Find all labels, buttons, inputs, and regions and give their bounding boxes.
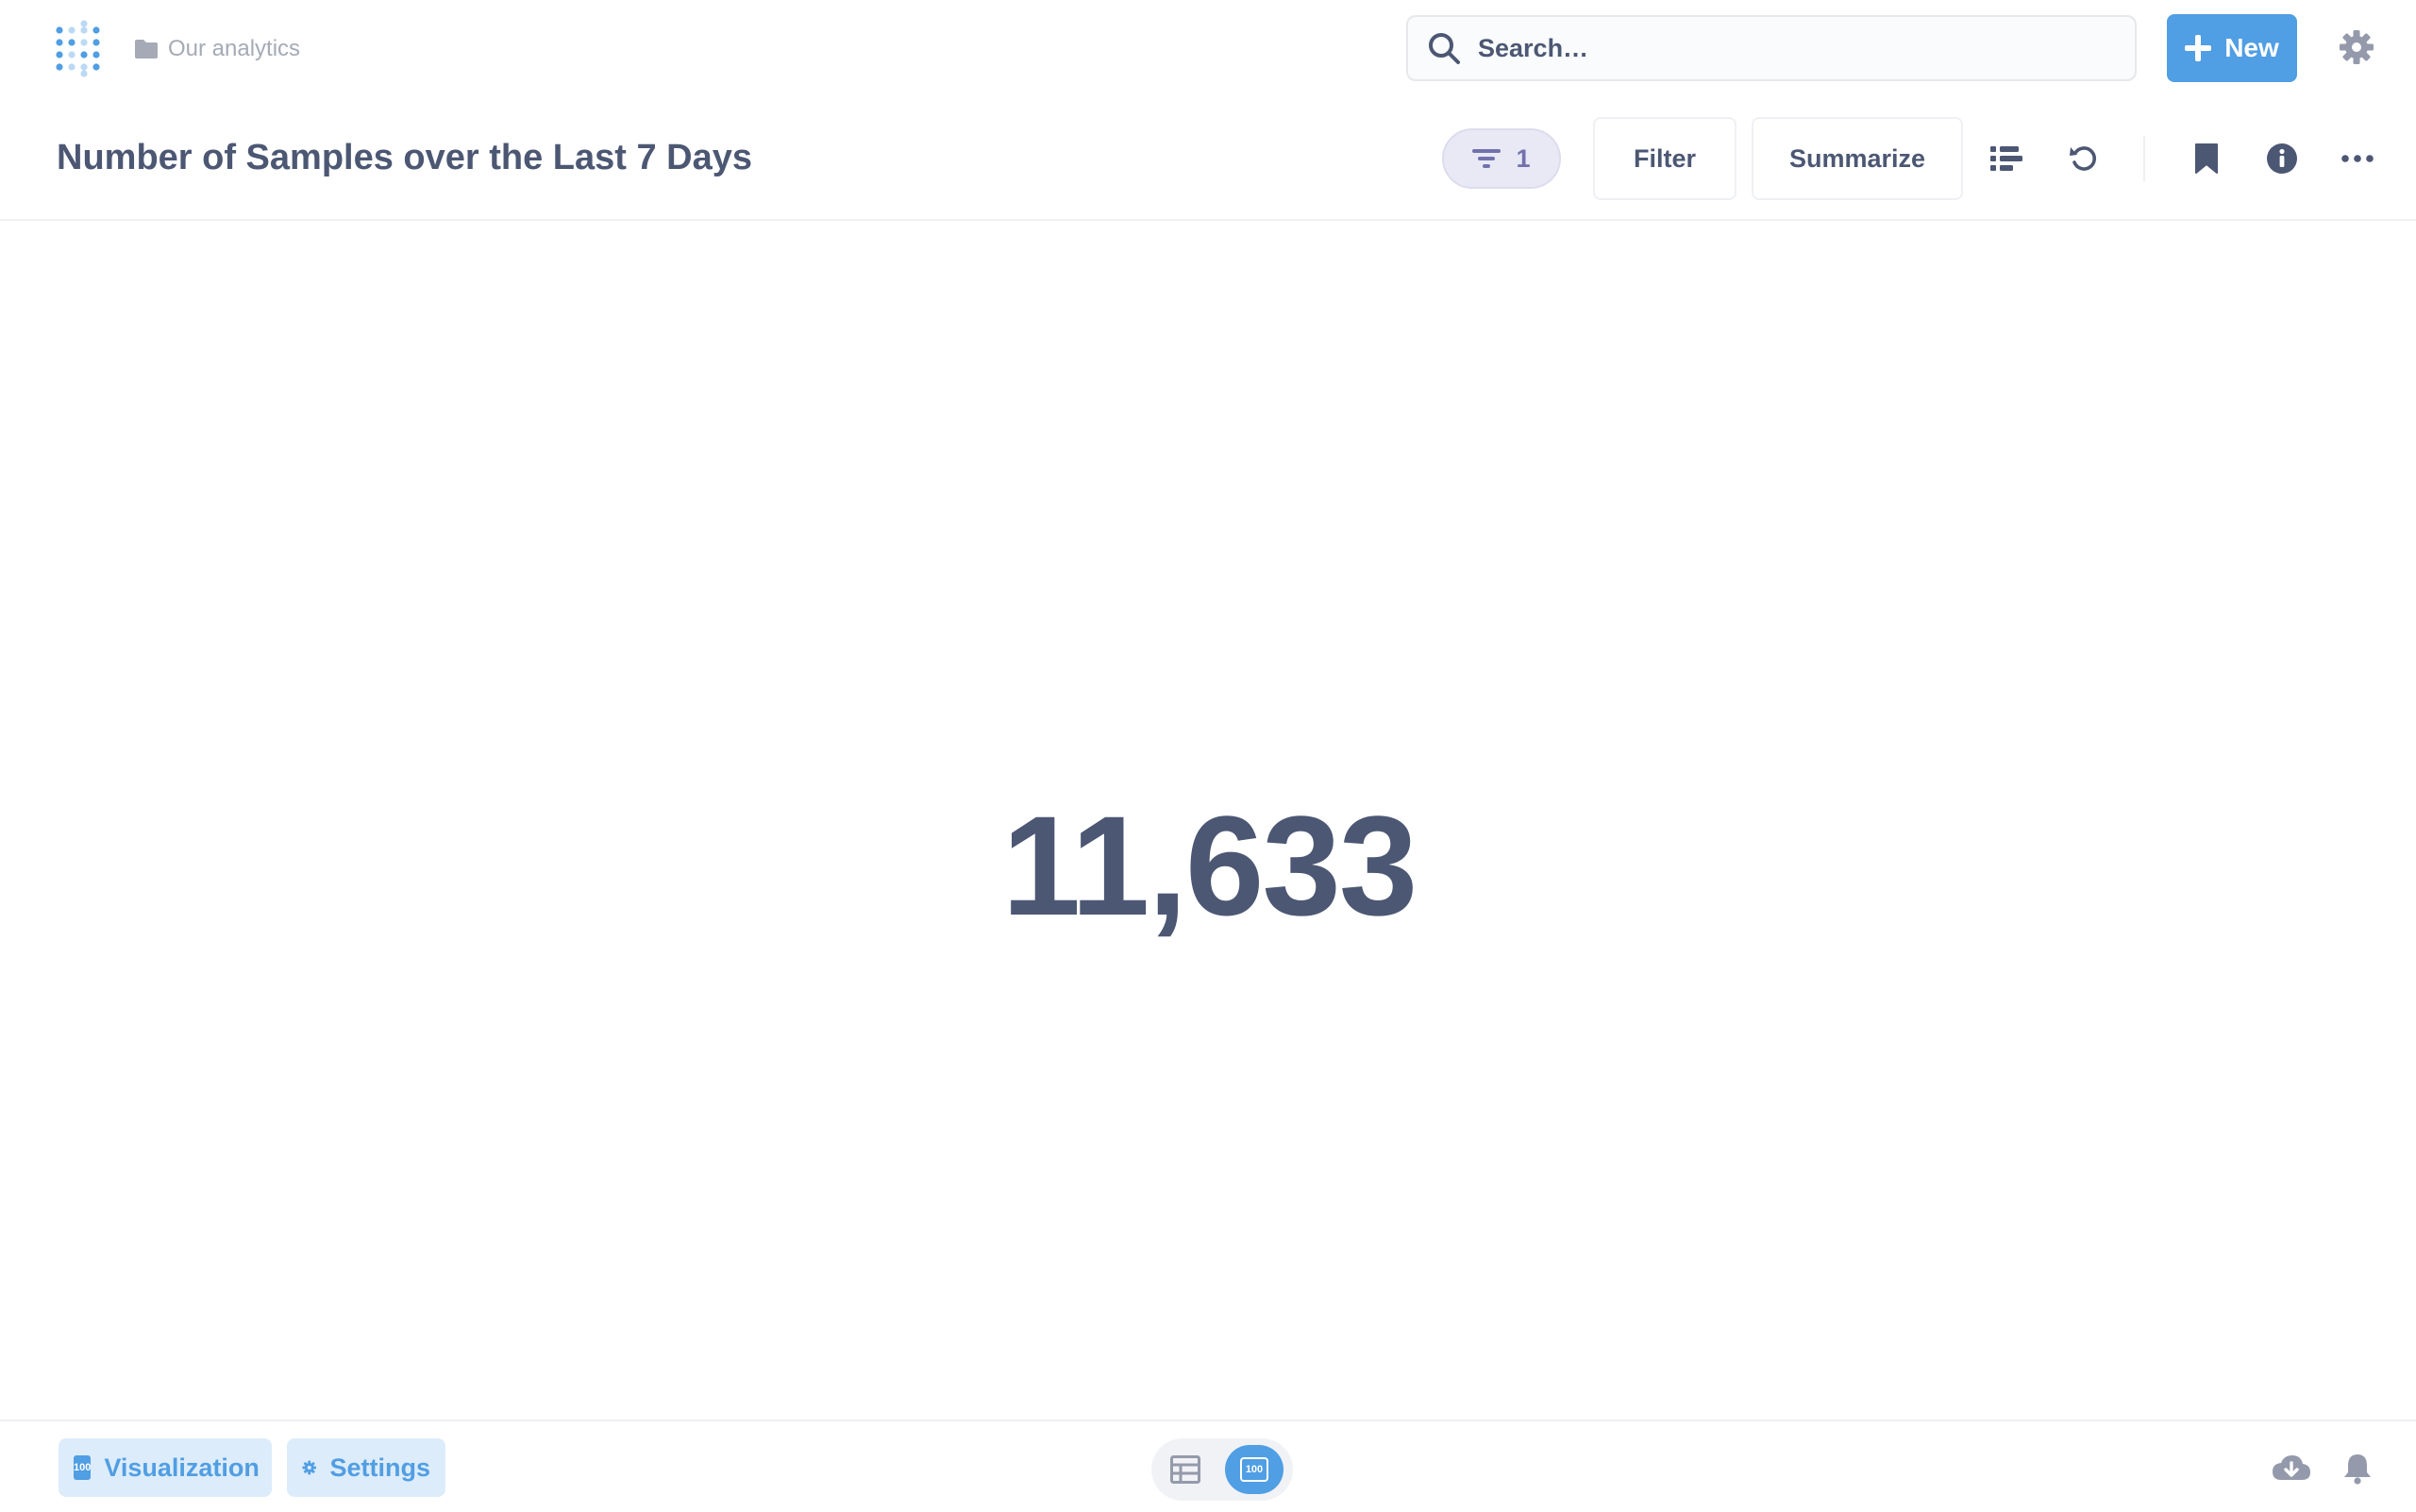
viz-toggle-badge-text: 100 (1245, 1464, 1264, 1475)
filter-count: 1 (1516, 143, 1531, 173)
visualization-label: Visualization (104, 1453, 260, 1482)
new-button-label: New (2224, 33, 2279, 62)
ellipsis-icon (2341, 155, 2374, 162)
bookmark-icon (2195, 143, 2218, 174)
table-view-toggle[interactable] (1157, 1445, 1214, 1494)
filter-count-pill[interactable]: 1 (1442, 128, 1561, 189)
visualization-button[interactable]: 100 Visualization (59, 1438, 272, 1497)
search-input[interactable] (1478, 33, 2101, 63)
filter-icon (1472, 149, 1502, 168)
more-options-button[interactable] (2337, 138, 2378, 179)
metabase-logo-icon[interactable] (55, 19, 108, 77)
refresh-button[interactable] (2063, 138, 2105, 179)
info-button[interactable] (2261, 138, 2303, 179)
gear-icon[interactable] (2339, 29, 2374, 65)
plus-icon (2185, 35, 2212, 61)
bell-icon (2344, 1454, 2371, 1485)
gear-icon (302, 1460, 317, 1475)
number-viz-icon: 100 (1240, 1457, 1268, 1482)
app-root: Our analytics New (0, 0, 2416, 1512)
table-icon (1170, 1455, 1200, 1484)
download-icon (2273, 1455, 2310, 1480)
scalar-value[interactable]: 11,633 (1002, 784, 1418, 948)
viz-badge-text: 100 (74, 1462, 92, 1473)
notebook-icon (1990, 146, 2022, 171)
footer-bar: 100 Visualization Settings 100 (0, 1420, 2416, 1512)
search-bar[interactable] (1406, 15, 2137, 81)
search-icon (1429, 33, 1460, 64)
breadcrumb[interactable]: Our analytics (134, 30, 300, 68)
folder-icon (135, 40, 158, 59)
breadcrumb-collection[interactable]: Our analytics (168, 36, 300, 62)
view-toggle: 100 (1151, 1438, 1293, 1501)
summarize-button[interactable]: Summarize (1752, 117, 1963, 200)
visualization-view-toggle[interactable]: 100 (1225, 1445, 1284, 1494)
visualization-area: 11,633 (0, 221, 2416, 1420)
page-title[interactable]: Number of Samples over the Last 7 Days (57, 138, 752, 178)
download-button[interactable] (2271, 1450, 2312, 1487)
header-divider (2143, 136, 2145, 181)
info-icon (2267, 143, 2297, 174)
settings-label: Settings (329, 1453, 430, 1482)
new-button[interactable]: New (2167, 14, 2297, 82)
bookmark-button[interactable] (2186, 138, 2227, 179)
top-nav: Our analytics New (0, 0, 2416, 98)
settings-button[interactable]: Settings (287, 1438, 445, 1497)
number-viz-icon: 100 (74, 1455, 92, 1480)
filter-button[interactable]: Filter (1593, 117, 1736, 200)
question-header: Number of Samples over the Last 7 Days 1… (0, 98, 2416, 221)
refresh-icon (2070, 146, 2096, 171)
notebook-button[interactable] (1986, 138, 2027, 179)
alert-button[interactable] (2337, 1450, 2378, 1487)
